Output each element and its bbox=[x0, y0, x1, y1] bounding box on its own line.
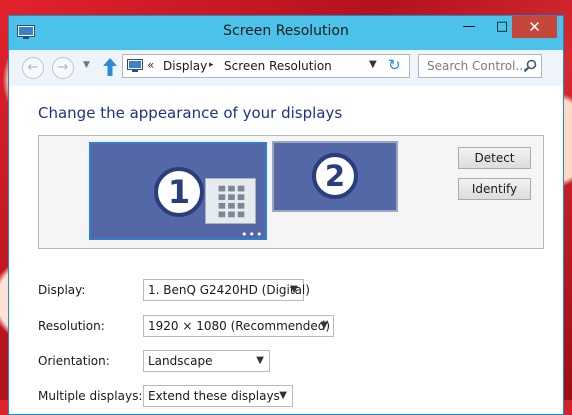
breadcrumb-screen-resolution[interactable]: Screen Resolution bbox=[224, 59, 332, 73]
chevron-down-icon: ▼ bbox=[256, 355, 264, 366]
main-content: Change the appearance of your displays 1… bbox=[9, 86, 563, 414]
resolution-select-value: 1920 × 1080 (Recommended) bbox=[148, 319, 331, 333]
address-chevron-down-icon[interactable]: ▼ bbox=[369, 59, 377, 70]
back-button[interactable]: ← bbox=[22, 57, 44, 79]
breadcrumb-display[interactable]: Display bbox=[163, 59, 207, 73]
forward-button[interactable]: → bbox=[52, 57, 74, 79]
display-select[interactable]: 1. BenQ G2420HD (Digital) ▼ bbox=[143, 279, 310, 301]
orientation-select[interactable]: Landscape ▼ bbox=[143, 350, 270, 372]
monitor-2[interactable]: 2 bbox=[272, 141, 398, 212]
refresh-icon[interactable]: ↻ bbox=[388, 56, 401, 74]
monitor-2-number: 2 bbox=[312, 153, 358, 199]
page-heading: Change the appearance of your displays bbox=[38, 104, 343, 122]
detect-button[interactable]: Detect bbox=[458, 147, 531, 169]
recent-locations-chevron-down-icon[interactable]: ▼ bbox=[83, 60, 90, 70]
chevron-down-icon: ▼ bbox=[320, 320, 328, 331]
navigation-bar: ← → ▼ « Display ▸ Screen Resolution ▼ ↻ … bbox=[9, 50, 563, 86]
orientation-select-value: Landscape bbox=[148, 354, 213, 368]
search-icon[interactable] bbox=[523, 59, 537, 73]
multiple-displays-select[interactable]: Extend these displays ▼ bbox=[143, 385, 293, 407]
monitor-1[interactable]: 1 ••• bbox=[89, 142, 267, 241]
multiple-displays-label: Multiple displays: bbox=[38, 389, 143, 403]
address-overflow-chevron-icon[interactable]: « bbox=[147, 58, 154, 72]
resolution-select[interactable]: 1920 × 1080 (Recommended) ▼ bbox=[143, 315, 334, 337]
minimize-button[interactable]: — bbox=[454, 16, 484, 38]
monitor-arrangement-panel: 1 ••• 2 Detect Identify bbox=[38, 135, 544, 249]
address-bar[interactable]: « Display ▸ Screen Resolution ▼ ↻ bbox=[122, 54, 410, 78]
identify-button[interactable]: Identify bbox=[458, 178, 531, 200]
multiple-displays-select-value: Extend these displays bbox=[148, 389, 280, 403]
screen-resolution-window: Screen Resolution — □ ✕ ← → ▼ « Display … bbox=[8, 15, 564, 415]
display-grid-icon bbox=[205, 178, 256, 224]
monitor-dots-icon: ••• bbox=[241, 228, 264, 241]
resolution-label: Resolution: bbox=[38, 319, 105, 333]
monitor-1-number: 1 bbox=[154, 167, 204, 217]
search-input[interactable]: Search Control... bbox=[427, 59, 527, 73]
orientation-label: Orientation: bbox=[38, 354, 110, 368]
arrow-right-icon: → bbox=[57, 60, 69, 75]
search-box[interactable]: Search Control... bbox=[418, 54, 542, 78]
display-select-value: 1. BenQ G2420HD (Digital) bbox=[148, 283, 310, 297]
arrow-up-icon[interactable] bbox=[101, 56, 119, 78]
chevron-down-icon: ▼ bbox=[279, 390, 287, 401]
control-panel-icon bbox=[127, 59, 143, 72]
breadcrumb-separator-icon[interactable]: ▸ bbox=[209, 60, 214, 70]
display-label: Display: bbox=[38, 283, 86, 297]
close-button[interactable]: ✕ bbox=[512, 16, 557, 38]
title-bar[interactable]: Screen Resolution — □ ✕ bbox=[9, 16, 563, 50]
chevron-down-icon: ▼ bbox=[290, 284, 298, 295]
arrow-left-icon: ← bbox=[27, 60, 39, 75]
